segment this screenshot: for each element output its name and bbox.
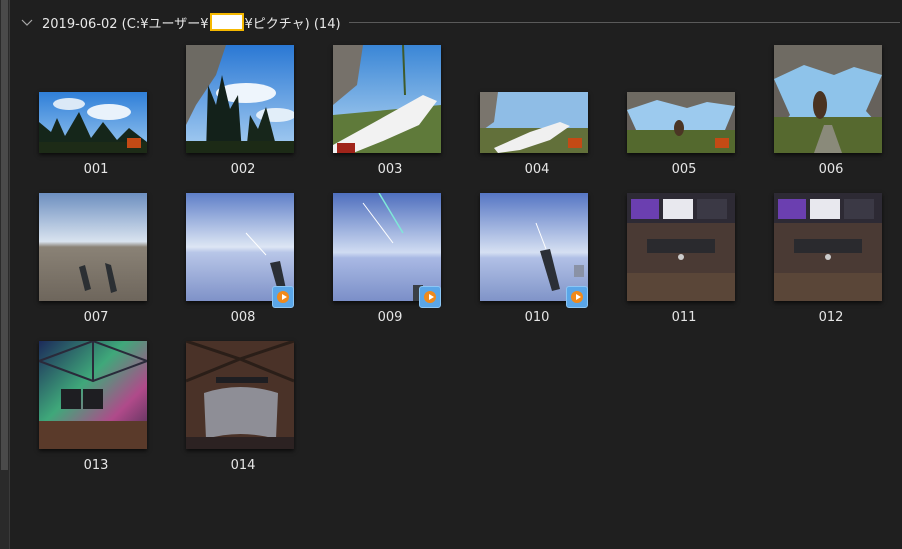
thumbnail-image[interactable] [480,92,588,153]
thumbnail-item[interactable]: 012 [761,188,901,336]
thumbnail-item[interactable]: 014 [173,336,313,484]
thumbnail-label[interactable]: 001 [26,162,166,177]
thumbnail-label[interactable]: 004 [467,162,607,177]
thumbnail-image[interactable] [774,193,882,301]
thumbnail-image[interactable] [186,341,294,449]
video-play-icon [272,286,294,308]
thumbnail-image[interactable] [39,341,147,449]
thumbnail-label[interactable]: 005 [614,162,754,177]
thumbnail-image[interactable] [39,92,147,153]
thumbnail-image[interactable] [186,45,294,153]
thumbnail-label[interactable]: 007 [26,310,166,325]
thumbnail-label[interactable]: 011 [614,310,754,325]
thumbnail-image[interactable] [480,193,588,301]
thumbnail-image[interactable] [774,45,882,153]
thumbnail-item[interactable]: 006 [761,40,901,188]
thumbnail-item[interactable]: 004 [467,40,607,188]
thumbnail-item[interactable]: 013 [26,336,166,484]
thumbnail-item[interactable]: 003 [320,40,460,188]
thumbnail-item[interactable]: 002 [173,40,313,188]
thumbnail-image[interactable] [627,193,735,301]
thumbnail-grid: 001 002 003 004 005 006 007 008 009 010 … [0,0,902,549]
thumbnail-item[interactable]: 005 [614,40,754,188]
thumbnail-image[interactable] [627,92,735,153]
thumbnail-label[interactable]: 003 [320,162,460,177]
thumbnail-label[interactable]: 006 [761,162,901,177]
video-play-icon [419,286,441,308]
thumbnail-label[interactable]: 012 [761,310,901,325]
thumbnail-item[interactable]: 008 [173,188,313,336]
thumbnail-label[interactable]: 009 [320,310,460,325]
video-play-icon [566,286,588,308]
thumbnail-item[interactable]: 001 [26,40,166,188]
thumbnail-item[interactable]: 007 [26,188,166,336]
thumbnail-image[interactable] [39,193,147,301]
thumbnail-image[interactable] [333,193,441,301]
thumbnail-item[interactable]: 011 [614,188,754,336]
thumbnail-item[interactable]: 010 [467,188,607,336]
thumbnail-label[interactable]: 002 [173,162,313,177]
thumbnail-label[interactable]: 013 [26,458,166,473]
thumbnail-image[interactable] [333,45,441,153]
thumbnail-label[interactable]: 014 [173,458,313,473]
thumbnail-item[interactable]: 009 [320,188,460,336]
thumbnail-label[interactable]: 008 [173,310,313,325]
thumbnail-label[interactable]: 010 [467,310,607,325]
thumbnail-image[interactable] [186,193,294,301]
